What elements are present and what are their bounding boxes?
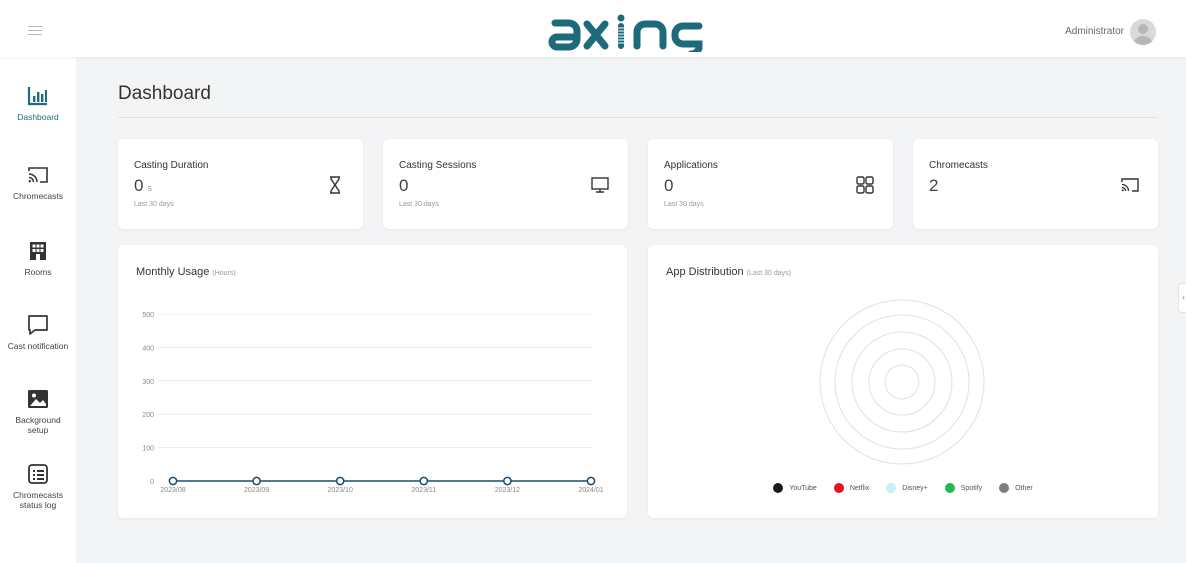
hourglass-icon [330,176,340,194]
grid-icon [856,176,874,194]
sidebar-item-dashboard[interactable]: Dashboard [0,84,76,122]
legend-label: Spotify [960,484,983,492]
stat-value: 0 [664,176,674,195]
stat-card-casting-sessions: Casting Sessions 0 Last 30 days [383,139,628,229]
legend-item[interactable]: Netflix [833,483,870,493]
sidebar-item-status-log[interactable]: Chromecasts status log [0,462,76,510]
y-tick-label: 100 [142,446,154,453]
data-point[interactable] [419,476,429,486]
top-bar: Administrator [0,0,1186,57]
data-point[interactable] [586,476,596,486]
stat-subtitle: Last 30 days [664,201,704,208]
sidebar-item-background-setup[interactable]: Background setup [0,387,76,435]
chevron-left-icon: ‹ [1182,292,1185,302]
stat-subtitle: Last 30 days [134,201,174,208]
x-tick-label: 2023/10 [328,487,353,494]
sidebar-item-label: Rooms [24,267,52,277]
sidebar-item-label: Cast notification [7,341,69,351]
monitor-icon [591,177,609,193]
sidebar-item-label: Chromecasts [12,191,64,201]
legend-item[interactable]: Spotify [944,483,983,493]
legend-swatch [944,483,955,493]
legend-label: Other [1015,484,1033,492]
data-point[interactable] [335,476,345,486]
legend-label: Disney+ [902,484,928,492]
legend-swatch [999,483,1010,493]
app-distribution-chart [819,299,985,465]
y-tick-label: 300 [142,379,154,386]
y-tick-label: 500 [142,312,154,319]
x-tick-label: 2023/11 [411,487,436,494]
legend-swatch [886,483,897,493]
x-tick-label: 2023/12 [495,487,520,494]
y-tick-label: 0 [150,479,154,486]
sidebar: Dashboard Chromecasts Rooms Cast notific… [0,57,76,563]
user-avatar-icon[interactable] [1130,19,1156,45]
stat-card-chromecasts: Chromecasts 2 [913,139,1158,229]
x-tick-label: 2023/08 [160,487,185,494]
stat-title: Casting Sessions [399,160,477,171]
stat-card-applications: Applications 0 Last 30 days [648,139,893,229]
sidebar-item-label: Background setup [15,415,61,435]
sidebar-item-label: Dashboard [17,112,59,122]
legend-item[interactable]: YouTube [773,483,817,493]
chart-legend: YouTube Netflix Disney+ Spotify Other [748,483,1058,493]
stat-title: Applications [664,160,718,171]
y-tick-label: 200 [142,412,154,419]
list-icon [28,464,48,484]
legend-swatch [833,483,844,493]
stat-value: 0s [134,176,152,195]
sidebar-item-rooms[interactable]: Rooms [0,239,76,277]
app-distribution-card: App Distribution (Last 30 days) YouTube Ne… [648,245,1158,518]
sidebar-item-cast-notification[interactable]: Cast notification [0,313,76,351]
hamburger-icon[interactable] [28,26,42,36]
axing-logo [548,14,703,52]
data-point[interactable] [252,476,261,486]
bar-chart-icon [27,87,47,106]
stat-title: Chromecasts [929,160,988,171]
stat-card-casting-duration: Casting Duration 0s Last 30 days [118,139,363,229]
legend-label: Netflix [849,484,870,492]
sidebar-item-label: Chromecasts status log [12,490,64,510]
x-tick-label: 2023/09 [244,487,269,494]
legend-item[interactable]: Disney+ [886,483,928,493]
message-icon [28,315,48,335]
user-name[interactable]: Administrator [1065,26,1124,37]
legend-label: YouTube [789,484,817,492]
x-tick-label: 2024/01 [578,487,603,494]
stat-subtitle: Last 30 days [399,201,439,208]
image-icon [28,390,48,408]
legend-swatch [773,483,784,493]
stat-title: Casting Duration [134,160,209,171]
monthly-usage-card: Monthly Usage (Hours) 0 100 200 300 400 500 202… [118,245,627,518]
stat-unit: s [147,183,152,193]
monthly-usage-chart: 0 100 200 300 400 500 2023/08 2023/09 2023/10 202… [142,312,603,494]
divider [118,117,1158,118]
building-icon [30,242,46,260]
stat-value: 2 [929,176,939,195]
side-panel-toggle[interactable]: ‹ [1178,283,1186,313]
data-point[interactable] [503,476,512,486]
page-title: Dashboard [118,83,211,104]
sidebar-item-chromecasts[interactable]: Chromecasts [0,163,76,201]
stat-value: 0 [399,176,409,195]
legend-item[interactable]: Other [999,483,1033,493]
data-point[interactable] [168,476,178,486]
y-tick-label: 400 [142,345,154,352]
cast-icon [28,167,48,183]
cast-icon [1121,178,1139,192]
